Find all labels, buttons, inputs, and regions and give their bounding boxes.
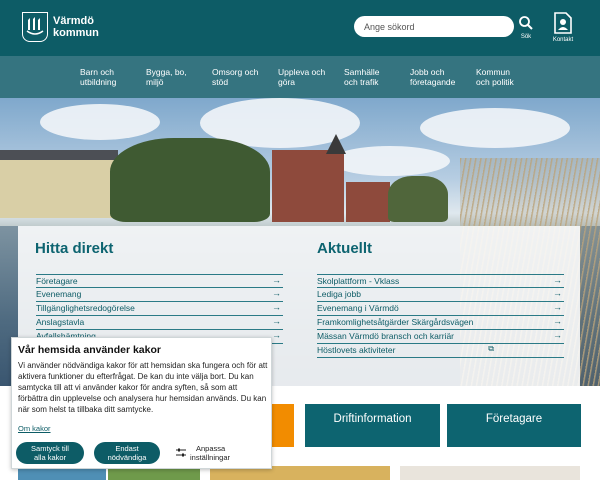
link-evenemang[interactable]: Evenemang →: [36, 288, 283, 302]
link-anslagstavla[interactable]: Anslagstavla →: [36, 316, 283, 330]
nav-label: och trafik: [344, 77, 379, 87]
link-foretagare[interactable]: Företagare →: [36, 274, 283, 288]
nav-label: Bygga, bo,: [146, 67, 187, 77]
hitta-direkt-heading: Hitta direkt: [35, 240, 114, 257]
link-label: Tillgänglighetsredogörelse: [36, 303, 135, 313]
search-button[interactable]: Sök: [514, 12, 538, 44]
link-label: Mässan Värmdö bransch och karriär: [317, 331, 455, 341]
nav-label: utbildning: [80, 77, 117, 87]
logo-line1: Värmdö: [53, 15, 94, 27]
aktuellt-heading: Aktuellt: [317, 240, 373, 257]
nav-label: Kommun: [476, 67, 511, 77]
accept-all-cookies-button[interactable]: Samtyck till alla kakor: [16, 442, 84, 464]
arrow-right-icon: →: [553, 302, 562, 312]
button-label: nödvändiga: [107, 452, 147, 462]
nav-label: företagande: [410, 77, 456, 87]
nav-item-bygga-bo-miljo[interactable]: Bygga, bo, miljö: [146, 67, 187, 87]
logo-line2: kommun: [53, 27, 99, 39]
cookie-title: Vår hemsida använder kakor: [18, 344, 161, 356]
logo-crest-icon: [22, 12, 48, 42]
nav-item-kommun-och-politik[interactable]: Kommun och politik: [476, 67, 514, 87]
arrow-right-icon: →: [553, 330, 562, 340]
link-label: Höstlovets aktiviteter: [317, 345, 396, 355]
site-logo[interactable]: Värmdö kommun: [22, 11, 102, 43]
nav-item-uppleva-och-gora[interactable]: Uppleva och göra: [278, 67, 325, 87]
arrow-right-icon: →: [553, 316, 562, 326]
main-navigation: Barn och utbildning Bygga, bo, miljö Oms…: [0, 56, 600, 98]
nav-label: Jobb och: [410, 67, 445, 77]
link-label: Evenemang i Värmdö: [317, 303, 399, 313]
search-icon: [519, 16, 533, 30]
hero-building-yellow: [0, 156, 118, 218]
nav-label: göra: [278, 77, 296, 87]
hero-castle: [272, 150, 344, 222]
nav-item-jobb-och-foretagande[interactable]: Jobb och företagande: [410, 67, 455, 87]
nav-label: Omsorg och: [212, 67, 259, 77]
arrow-right-icon: →: [272, 316, 281, 326]
logo-text: Värmdö kommun: [53, 15, 99, 39]
hero-trees: [388, 176, 448, 222]
nav-item-omsorg-och-stod[interactable]: Omsorg och stöd: [212, 67, 258, 87]
link-evenemang-i-varmdo[interactable]: Evenemang i Värmdö →: [317, 302, 564, 316]
arrow-right-icon: →: [553, 288, 562, 298]
card-foretagare[interactable]: Företagare: [447, 404, 581, 447]
arrow-right-icon: →: [272, 288, 281, 298]
nav-item-barn-och-utbildning[interactable]: Barn och utbildning: [80, 67, 116, 87]
link-label: Företagare: [36, 276, 78, 286]
link-lediga-jobb[interactable]: Lediga jobb →: [317, 288, 564, 302]
contact-label: Kontakt: [552, 37, 574, 43]
arrow-right-icon: →: [272, 330, 281, 340]
link-hostlovets-aktiviteter[interactable]: Höstlovets aktiviteter ⧉: [317, 344, 564, 358]
hero-cloud: [40, 104, 160, 140]
external-link-icon: ⧉: [488, 344, 494, 353]
top-header: Värmdö kommun Sök Kontakt: [0, 0, 600, 56]
teaser-image[interactable]: [400, 466, 580, 480]
link-label: Anslagstavla: [36, 317, 85, 327]
search-label: Sök: [520, 34, 532, 40]
nav-label: och politik: [476, 77, 514, 87]
cookie-text: Vi använder nödvändiga kakor för att hem…: [18, 361, 268, 414]
settings-sliders-icon: [176, 448, 186, 457]
link-label: Lediga jobb: [317, 289, 361, 299]
hero-cloud: [420, 108, 570, 148]
card-label: Driftinformation: [333, 413, 412, 425]
arrow-right-icon: →: [272, 302, 281, 312]
nav-label: Barn och: [80, 67, 115, 77]
hero-trees: [110, 138, 270, 222]
contact-icon: [554, 12, 572, 34]
customize-settings-button[interactable]: Anpassa inställningar: [176, 444, 231, 465]
link-skolplattform[interactable]: Skolplattform - Vklass →: [317, 274, 564, 288]
arrow-right-icon: →: [553, 275, 562, 285]
link-label: Evenemang: [36, 289, 82, 299]
nav-label: stöd: [212, 77, 229, 87]
nav-item-samhalle-och-trafik[interactable]: Samhälle och trafik: [344, 67, 379, 87]
hero-castle-wing: [346, 182, 390, 222]
button-label: alla kakor: [33, 452, 67, 462]
nav-label: miljö: [146, 77, 164, 87]
arrow-right-icon: →: [272, 275, 281, 285]
about-cookies-link[interactable]: Om kakor: [18, 424, 51, 433]
card-driftinformation[interactable]: Driftinformation: [305, 404, 440, 447]
link-tillganglighetsredogorelse[interactable]: Tillgänglighetsredogörelse →: [36, 302, 283, 316]
card-label: Företagare: [485, 413, 543, 425]
contact-button[interactable]: Kontakt: [550, 10, 576, 48]
search-input[interactable]: [354, 16, 514, 37]
necessary-cookies-button[interactable]: Endast nödvändiga: [94, 442, 160, 464]
nav-label: Uppleva och: [278, 67, 326, 77]
hero-building-roof: [0, 150, 118, 160]
link-label: Framkomlighetsåtgärder Skärgårdsvägen: [317, 317, 474, 327]
link-label: Skolplattform - Vklass: [317, 276, 400, 286]
button-label: inställningar: [190, 452, 231, 462]
nav-label: Samhälle: [344, 67, 380, 77]
hero-cloud: [330, 146, 450, 176]
cookie-consent-dialog: Vår hemsida använder kakor Vi använder n…: [11, 337, 272, 469]
link-massan-varmdo[interactable]: Mässan Värmdö bransch och karriär →: [317, 330, 564, 344]
link-framkomlighetsatgarder[interactable]: Framkomlighetsåtgärder Skärgårdsvägen →: [317, 316, 564, 330]
